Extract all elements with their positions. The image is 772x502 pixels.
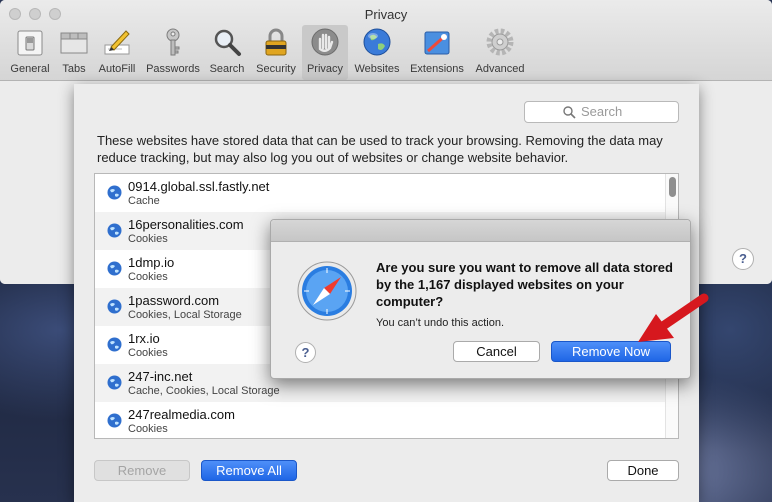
tab-autofill-label: AutoFill — [98, 63, 136, 75]
done-button[interactable]: Done — [607, 460, 679, 481]
site-name: 247-inc.net — [128, 369, 193, 384]
tab-security-label: Security — [256, 63, 296, 75]
globe-icon — [107, 375, 122, 390]
tab-autofill[interactable]: AutoFill — [94, 25, 140, 80]
general-switch-icon — [17, 30, 43, 56]
site-data-types: Cookies — [128, 423, 168, 435]
key-icon — [166, 28, 180, 56]
puzzle-icon — [424, 31, 450, 55]
tab-search[interactable]: Search — [205, 25, 249, 80]
tab-general-label: General — [10, 63, 50, 75]
site-data-types: Cookies — [128, 347, 168, 359]
tab-advanced[interactable]: Advanced — [471, 25, 529, 80]
tab-tabs[interactable]: Tabs — [56, 25, 92, 80]
site-data-types: Cookies, Local Storage — [128, 309, 242, 321]
autofill-pencil-icon — [104, 30, 130, 55]
dialog-titlebar — [271, 220, 690, 242]
tab-passwords-label: Passwords — [146, 63, 200, 75]
remove-all-button[interactable]: Remove All — [201, 460, 297, 481]
tabs-icon — [60, 32, 88, 54]
globe-icon — [107, 185, 122, 200]
site-data-types: Cookies — [128, 271, 168, 283]
confirm-remove-dialog: Are you sure you want to remove all data… — [270, 219, 691, 379]
dialog-help-button[interactable]: ? — [295, 342, 316, 363]
tab-search-label: Search — [209, 63, 245, 75]
window-title: Privacy — [364, 7, 408, 22]
tab-passwords[interactable]: Passwords — [142, 25, 204, 80]
search-placeholder: Search — [581, 104, 623, 119]
tab-tabs-label: Tabs — [62, 63, 86, 75]
site-name: 1rx.io — [128, 331, 160, 346]
globe-icon — [107, 337, 122, 352]
tab-websites[interactable]: Websites — [350, 25, 404, 80]
list-item[interactable]: 0914.global.ssl.fastly.net Cache — [95, 174, 665, 212]
website-search-input[interactable]: Search — [524, 101, 679, 123]
magnifier-icon — [214, 29, 241, 56]
tab-security[interactable]: Security — [251, 25, 301, 80]
list-item[interactable]: 247realmedia.com Cookies — [95, 402, 665, 438]
scrollbar-thumb[interactable] — [669, 177, 676, 197]
red-pointer-arrow-icon — [638, 293, 709, 342]
padlock-icon — [265, 28, 287, 56]
globe-icon — [363, 28, 391, 56]
tab-extensions-label: Extensions — [410, 63, 464, 75]
site-name: 1dmp.io — [128, 255, 175, 270]
hand-icon — [311, 28, 339, 56]
site-data-types: Cache, Cookies, Local Storage — [128, 385, 280, 397]
privacy-help-button[interactable]: ? — [732, 248, 754, 270]
website-data-description: These websites have stored data that can… — [97, 133, 663, 165]
tab-privacy[interactable]: Privacy — [302, 25, 348, 80]
gear-icon — [486, 28, 514, 56]
tab-extensions[interactable]: Extensions — [406, 25, 468, 80]
cancel-button[interactable]: Cancel — [453, 341, 540, 362]
site-name: 0914.global.ssl.fastly.net — [128, 179, 270, 194]
tab-advanced-label: Advanced — [475, 63, 525, 75]
tab-privacy-label: Privacy — [306, 63, 344, 75]
site-data-types: Cache — [128, 195, 160, 207]
globe-icon — [107, 413, 122, 428]
window-toolbar: Privacy General Tabs AutoFill Passwords … — [0, 0, 772, 81]
tab-websites-label: Websites — [354, 63, 400, 75]
site-name: 247realmedia.com — [128, 407, 235, 422]
remove-button[interactable]: Remove — [94, 460, 190, 481]
safari-compass-icon — [297, 261, 357, 321]
site-name: 1password.com — [128, 293, 220, 308]
dialog-informative-text: You can’t undo this action. — [376, 317, 505, 329]
site-data-types: Cookies — [128, 233, 168, 245]
globe-icon — [107, 223, 122, 238]
globe-icon — [107, 299, 122, 314]
tab-general[interactable]: General — [4, 25, 56, 80]
globe-icon — [107, 261, 122, 276]
search-icon — [563, 106, 576, 119]
site-name: 16personalities.com — [128, 217, 244, 232]
